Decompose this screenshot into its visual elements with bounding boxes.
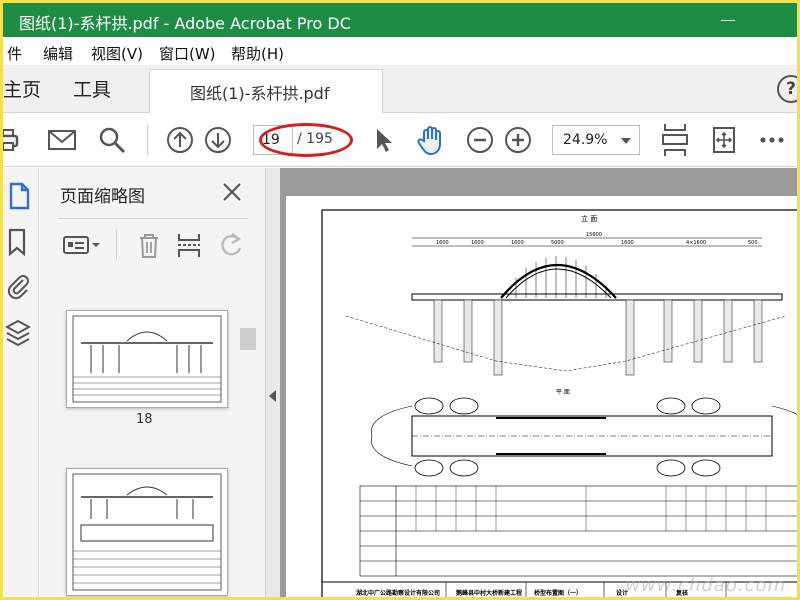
collapse-arrow-icon: [269, 390, 276, 402]
print-icon[interactable]: [0, 125, 27, 155]
tab-home[interactable]: 主页: [3, 75, 41, 102]
menu-edit[interactable]: 编辑: [43, 43, 73, 64]
drawing-title-plan: 平 面: [556, 389, 570, 396]
dim-label: 1600: [471, 240, 484, 246]
dim-label: 4×1600: [686, 240, 706, 246]
zoom-select[interactable]: 24.9%: [552, 125, 640, 155]
watermark: www.chdao.com: [625, 575, 786, 596]
sheet-name: 桥型布置图（一）: [534, 589, 582, 597]
thumbnail-page-19[interactable]: [66, 468, 228, 596]
insert-page-icon[interactable]: [174, 230, 204, 260]
tab-row: 主页 工具 图纸(1)-系杆拱.pdf ?: [3, 65, 797, 114]
thumbnail-drawing: [72, 315, 222, 403]
thumbnail-page-18[interactable]: [66, 310, 228, 408]
menu-help[interactable]: 帮助(H): [231, 43, 284, 64]
menu-window[interactable]: 窗口(W): [159, 43, 216, 64]
engineering-drawing: 立 面 1600 1600 1600 5000 1600 4×1600 500 …: [321, 209, 797, 597]
rotate-icon[interactable]: [216, 230, 246, 260]
dim-label: 500: [748, 240, 758, 246]
dim-label: 1600: [511, 240, 524, 246]
layers-icon[interactable]: [5, 318, 31, 348]
thumbnail-drawing: [72, 473, 222, 591]
minimize-button[interactable]: [705, 3, 751, 37]
title-bar: 图纸(1)-系杆拱.pdf - Adobe Acrobat Pro DC: [3, 3, 797, 37]
fullscreen-icon[interactable]: [709, 125, 739, 155]
zoom-value: 24.9%: [563, 132, 608, 148]
next-page-icon[interactable]: [203, 125, 233, 155]
pane-divider: [58, 218, 248, 219]
toolbar-separator: [147, 125, 148, 155]
more-options-icon[interactable]: [757, 125, 787, 155]
thumbnail-label: 18: [136, 412, 153, 427]
dim-label: 1600: [436, 240, 449, 246]
fit-width-icon[interactable]: [659, 122, 691, 158]
chevron-down-icon: [621, 138, 631, 144]
drawing-title-elevation: 立 面: [581, 214, 597, 223]
dim-label: 15600: [586, 232, 602, 238]
help-icon[interactable]: ?: [777, 75, 797, 103]
page-number-highlight: [259, 123, 353, 157]
window-title: 图纸(1)-系杆拱.pdf - Adobe Acrobat Pro DC: [19, 14, 351, 33]
bookmark-icon[interactable]: [7, 228, 29, 256]
menu-bar: 件 编辑 视图(V) 窗口(W) 帮助(H): [3, 37, 797, 65]
search-icon[interactable]: [97, 125, 127, 155]
tab-document-label: 图纸(1)-系杆拱.pdf: [190, 84, 330, 103]
menu-file[interactable]: 件: [7, 43, 22, 64]
dim-label: 1600: [621, 240, 634, 246]
thumbnail-options-icon[interactable]: [60, 230, 102, 260]
zoom-out-icon[interactable]: [465, 125, 495, 155]
thumbnails-pane: 页面缩略图 18: [40, 168, 266, 597]
hand-tool-icon[interactable]: [415, 123, 449, 157]
page-thumbnails-icon[interactable]: [7, 182, 31, 210]
app-window: 图纸(1)-系杆拱.pdf - Adobe Acrobat Pro DC 件 编…: [0, 0, 800, 600]
pane-toolbar-separator: [116, 230, 117, 260]
previous-page-icon[interactable]: [165, 125, 195, 155]
email-icon[interactable]: [47, 125, 77, 155]
zoom-in-icon[interactable]: [503, 125, 533, 155]
tab-document[interactable]: 图纸(1)-系杆拱.pdf: [149, 69, 383, 114]
tab-tools[interactable]: 工具: [73, 75, 111, 102]
pane-title: 页面缩略图: [60, 187, 145, 207]
menu-view[interactable]: 视图(V): [91, 43, 143, 64]
document-viewer[interactable]: 立 面 1600 1600 1600 5000 1600 4×1600 500 …: [280, 168, 797, 597]
left-panel-strip: [3, 168, 39, 597]
project-name: 鹅峰县中村大桥新建工程: [456, 589, 522, 597]
pane-collapse-handle[interactable]: [266, 168, 280, 597]
delete-icon[interactable]: [134, 230, 164, 260]
company-name: 湖北中广公路勘察设计有限公司: [356, 589, 440, 597]
select-cursor-icon[interactable]: [369, 125, 399, 155]
dim-label: 5000: [551, 240, 564, 246]
toolbar: 19 / 195 24.9%: [3, 113, 797, 167]
attachment-icon[interactable]: [5, 272, 31, 300]
close-icon[interactable]: [220, 180, 244, 204]
scrollbar-thumb[interactable]: [240, 328, 256, 350]
pdf-page: 立 面 1600 1600 1600 5000 1600 4×1600 500 …: [286, 196, 797, 597]
